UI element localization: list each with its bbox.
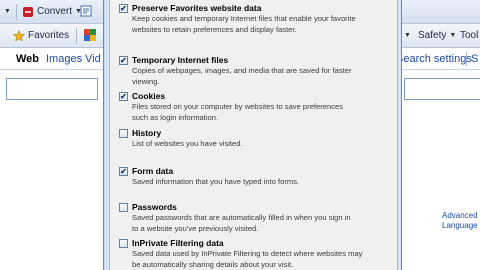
option-cookies: ✔ Cookies Files stored on your computer … — [119, 90, 394, 123]
option-description: List of websites you have visited. — [132, 139, 243, 148]
option-description: such as login information. — [132, 112, 219, 122]
form-data-checkbox[interactable]: ✔ — [119, 166, 128, 176]
nav-link-web[interactable]: Web — [16, 52, 39, 66]
option-description: be automatically sharing details about y… — [132, 259, 294, 269]
option-history: History List of websites you have visite… — [119, 127, 394, 150]
suggested-sites-button[interactable] — [84, 29, 96, 41]
search-input[interactable] — [6, 78, 98, 100]
cookies-checkbox[interactable]: ✔ — [119, 91, 128, 101]
pdf-convert-icon — [22, 6, 34, 18]
star-icon — [12, 30, 26, 42]
tools-menu[interactable]: Tool — [460, 29, 478, 43]
option-description: Saved information that you have typed in… — [132, 177, 300, 186]
toolbar-divider — [76, 28, 77, 44]
option-title: Preserve Favorites website data — [132, 3, 262, 13]
nav-link-images[interactable]: Images — [46, 52, 82, 66]
convert-button[interactable]: Convert ▼ — [22, 5, 82, 19]
option-title: Form data — [132, 166, 174, 176]
option-title: History — [132, 128, 162, 138]
option-description: Saved data used by InPrivate Filtering t… — [132, 249, 363, 258]
chevron-down-icon: ▼ — [404, 32, 411, 39]
favorites-button[interactable]: Favorites — [12, 29, 70, 43]
tools-label: Tool — [460, 30, 479, 41]
search-settings-link[interactable]: Search settings — [396, 52, 472, 66]
option-temporary-files: ✔ Temporary Internet files Copies of web… — [119, 54, 394, 87]
page-menu-dropdown[interactable]: ▼ — [404, 29, 411, 43]
option-inprivate-filtering: InPrivate Filtering data Saved data used… — [119, 237, 394, 270]
select-button[interactable] — [80, 5, 92, 17]
option-title: InPrivate Filtering data — [132, 238, 224, 248]
inprivate-filtering-checkbox[interactable] — [119, 238, 128, 248]
option-description: Saved passwords that are automatically f… — [132, 213, 351, 222]
safety-label: Safety — [418, 30, 447, 41]
back-dropdown[interactable]: ▼ — [4, 5, 11, 19]
option-preserve-favorites: ✔ Preserve Favorites website data Keep c… — [119, 2, 394, 35]
option-title: Temporary Internet files — [132, 55, 229, 65]
option-description: Copies of webpages, images, and media th… — [132, 66, 352, 75]
option-form-data: ✔ Form data Saved information that you h… — [119, 165, 394, 188]
nav-divider — [466, 52, 467, 66]
option-description: to a website you've previously visited. — [132, 223, 259, 233]
option-title: Cookies — [132, 91, 166, 101]
colored-grid-icon — [84, 29, 96, 41]
option-title: Passwords — [132, 202, 177, 212]
preserve-favorites-checkbox[interactable]: ✔ — [119, 3, 128, 13]
search-input-secondary[interactable] — [404, 78, 480, 100]
option-description: Files stored on your computer by website… — [132, 102, 344, 111]
toolbar-divider — [16, 4, 17, 20]
option-description: websites to retain preferences and displ… — [132, 24, 297, 34]
convert-label: Convert — [37, 6, 73, 17]
chevron-down-icon: ▼ — [4, 8, 11, 15]
option-passwords: Passwords Saved passwords that are autom… — [119, 201, 394, 234]
favorites-label: Favorites — [28, 30, 70, 41]
temporary-files-checkbox[interactable]: ✔ — [119, 55, 128, 65]
history-checkbox[interactable] — [119, 128, 128, 138]
nav-link-more[interactable]: S — [471, 52, 478, 66]
language-tools-link[interactable]: Language — [442, 220, 478, 231]
dialog-content: ✔ Preserve Favorites website data Keep c… — [109, 0, 398, 270]
option-description: Keep cookies and temporary Internet file… — [132, 14, 356, 23]
safety-menu[interactable]: Safety ▼ — [418, 29, 456, 43]
select-icon — [80, 5, 92, 17]
delete-browsing-history-dialog: ✔ Preserve Favorites website data Keep c… — [103, 0, 402, 270]
chevron-down-icon: ▼ — [449, 32, 457, 39]
passwords-checkbox[interactable] — [119, 202, 128, 212]
option-description: viewing. — [132, 76, 160, 86]
nav-link-videos[interactable]: Vid — [85, 52, 101, 66]
